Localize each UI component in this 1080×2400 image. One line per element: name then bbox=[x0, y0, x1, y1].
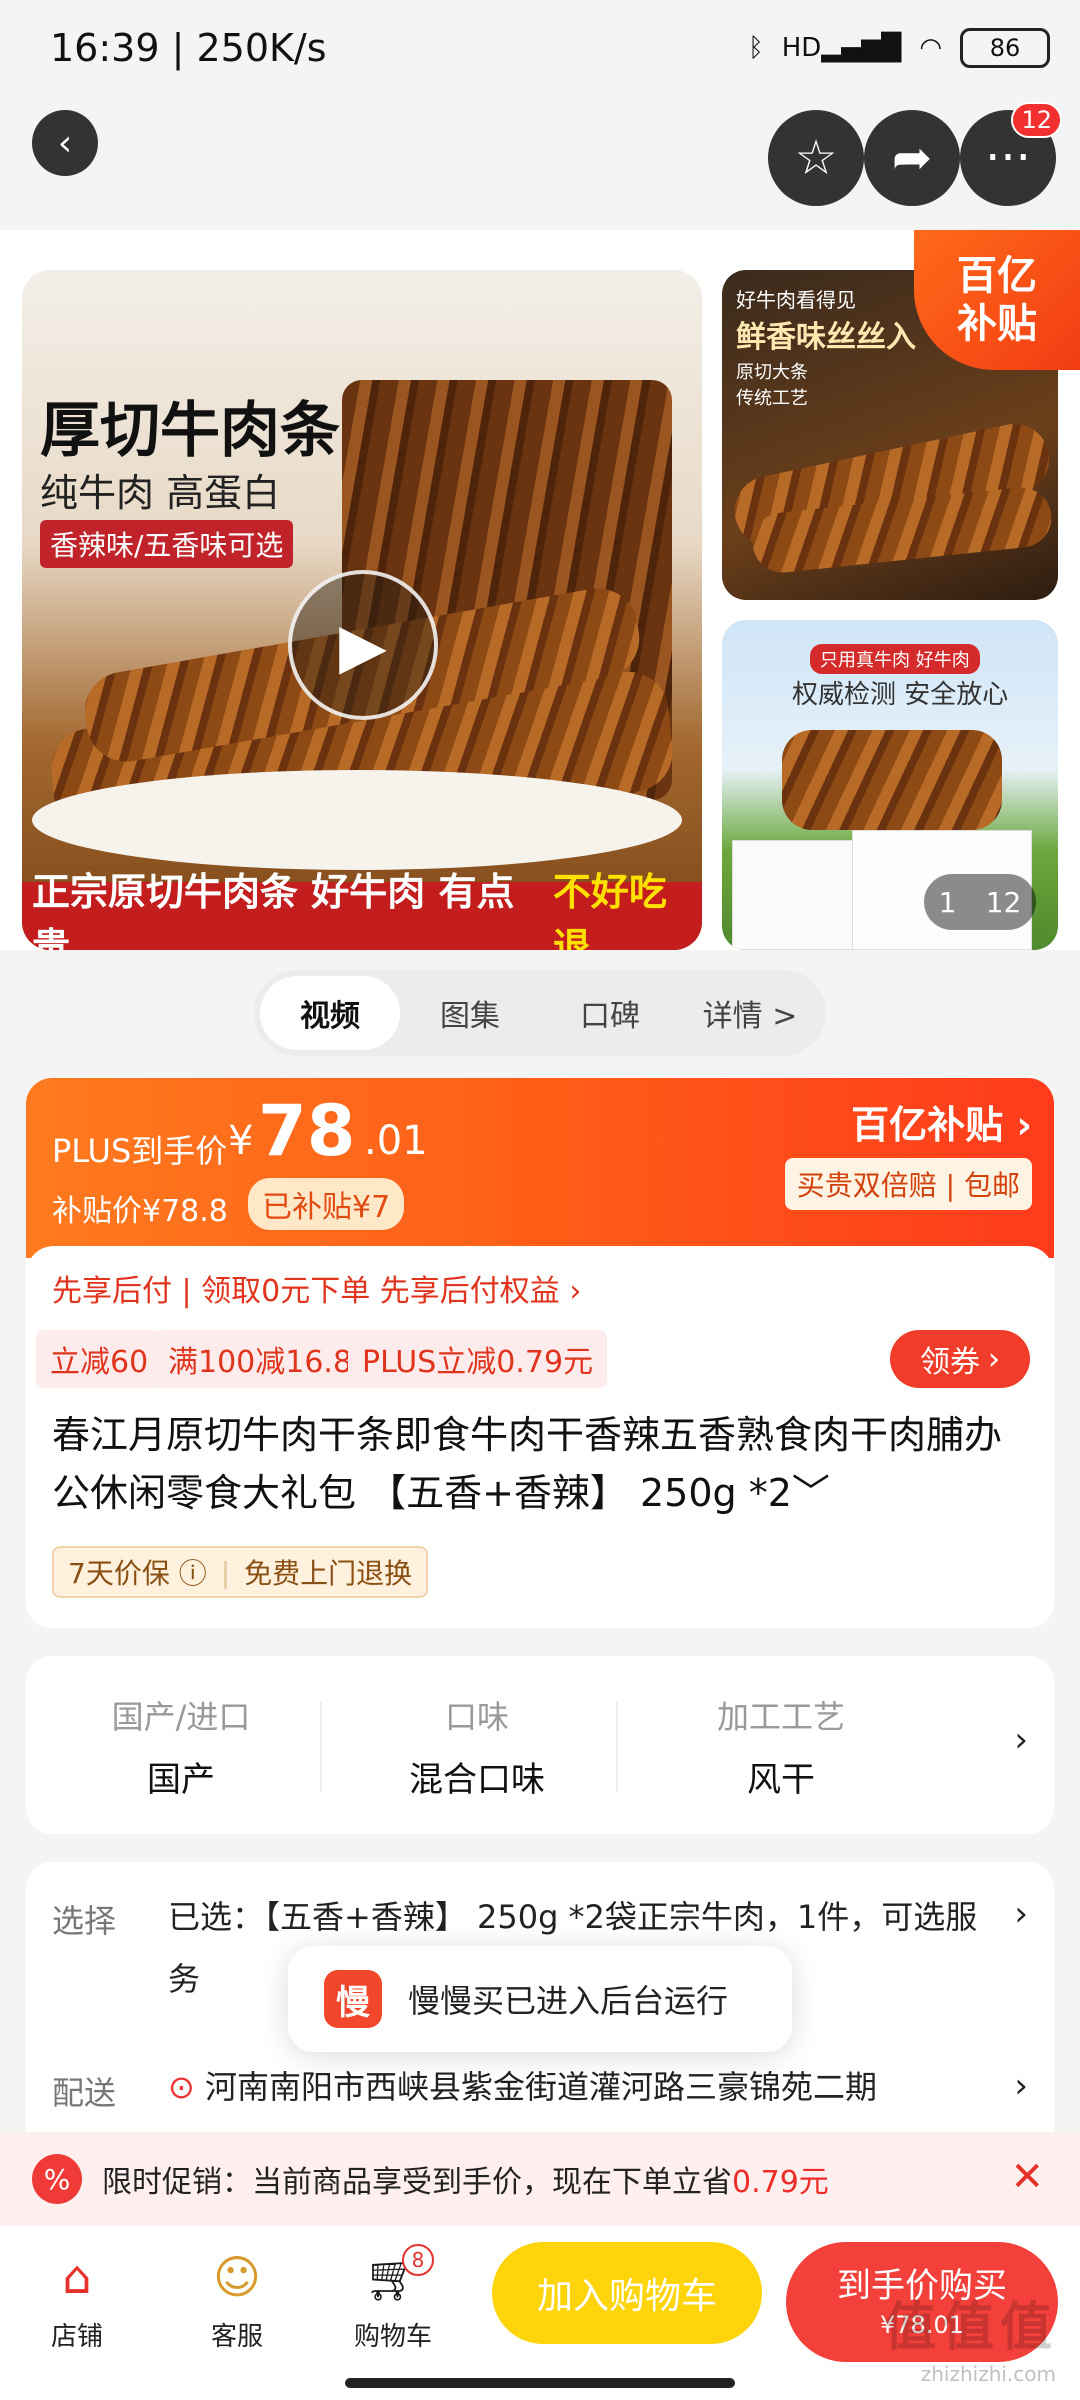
attribute-process: 加工工艺 风干 bbox=[716, 1698, 845, 1800]
cart-badge: 8 bbox=[402, 2244, 434, 2276]
main-image-banner: 正宗原切牛肉条 好牛肉 有点贵 不好吃退 bbox=[22, 870, 702, 950]
price-body: 先享后付 | 领取0元下单 先享后付权益 › 立减60 满100减16.8 PL… bbox=[26, 1246, 1054, 1628]
free-return-label: 免费上门退换 bbox=[244, 1557, 413, 1590]
play-video-button[interactable]: ▶ bbox=[288, 570, 438, 720]
plus-price-label: PLUS到手价 bbox=[52, 1132, 228, 1170]
subsidized-badge: 已补贴¥7 bbox=[248, 1178, 405, 1230]
more-icon: ··· bbox=[985, 130, 1031, 186]
coupon-tag: 满100减16.8 bbox=[154, 1330, 367, 1388]
play-icon: ▶ bbox=[339, 608, 387, 682]
attributes-card[interactable]: 国产/进口 国产 口味 混合口味 加工工艺 风干 › bbox=[26, 1656, 1054, 1834]
battery-icon: 86 bbox=[960, 28, 1050, 68]
get-coupon-button[interactable]: 领券 › bbox=[890, 1330, 1030, 1388]
chevron-right-icon[interactable]: › bbox=[1014, 1894, 1028, 1934]
bottom-action-bar: ⌂ 店铺 ☺ 客服 🛒︎ 8 购物车 加入购物车 到手价购买 ¥78.01 值值… bbox=[0, 2226, 1080, 2400]
shipping-label: 配送 bbox=[52, 2074, 117, 2112]
subsidy-brand-link[interactable]: 百亿补贴 › bbox=[786, 1094, 1032, 1149]
toast-message: 慢慢买已进入后台运行 bbox=[408, 1982, 729, 2020]
notification-badge: 12 bbox=[1011, 102, 1062, 138]
main-image-subtitle: 纯牛肉 高蛋白 bbox=[40, 471, 281, 515]
coupon-tag: PLUS立减0.79元 bbox=[348, 1330, 608, 1388]
chevron-right-icon[interactable]: › bbox=[1014, 1720, 1028, 1760]
price-header: PLUS到手价 ¥ 78 .01 补贴价¥78.8 已补贴¥7 百亿补贴 › 买… bbox=[26, 1078, 1054, 1258]
main-image-tag: 香辣味/五香味可选 bbox=[40, 520, 294, 568]
add-to-cart-button[interactable]: 加入购物车 bbox=[492, 2242, 762, 2344]
select-label: 选择 bbox=[52, 1902, 117, 1940]
status-bar: 16:39 | 250K/s ᛒ HD▂▄▆█ ◠ 86 bbox=[0, 0, 1080, 96]
home-indicator[interactable] bbox=[345, 2378, 735, 2388]
guarantee-bar[interactable]: 7天价保 ⓘ | 免费上门退换 bbox=[52, 1546, 429, 1598]
content-tabs: 视频 图集 口碑 详情 > bbox=[254, 970, 826, 1056]
coupon-tag: 立减60 bbox=[36, 1330, 163, 1388]
wifi-icon: ◠ bbox=[919, 33, 942, 63]
shipping-address[interactable]: ⊙ 河南南阳市西峡县紫金街道灌河路三豪锦苑二期 bbox=[168, 2056, 1008, 2118]
attribute-origin: 国产/进口 国产 bbox=[111, 1698, 251, 1800]
promo-text: 限时促销：当前商品享受到手价，现在下单立省 bbox=[102, 2165, 732, 2200]
promo-bar[interactable]: % 限时促销：当前商品享受到手价，现在下单立省 0.79元 ✕ bbox=[0, 2132, 1080, 2226]
cart-icon: 🛒︎ 8 bbox=[338, 2244, 448, 2310]
chat-icon: ☺ bbox=[213, 2250, 261, 2304]
subsidy-price: 补贴价¥78.8 bbox=[52, 1194, 228, 1229]
promo-amount: 0.79元 bbox=[732, 2165, 829, 2200]
app-icon: 慢 bbox=[324, 1970, 382, 2028]
status-icons: ᛒ HD▂▄▆█ ◠ 86 bbox=[748, 28, 1050, 68]
tab-video[interactable]: 视频 bbox=[260, 976, 400, 1050]
customer-service-button[interactable]: ☺ 客服 bbox=[182, 2244, 292, 2353]
cart-button[interactable]: 🛒︎ 8 购物车 bbox=[338, 2244, 448, 2353]
star-icon: ☆ bbox=[794, 130, 838, 186]
chevron-right-icon[interactable]: › bbox=[1014, 2066, 1028, 2106]
shop-button[interactable]: ⌂ 店铺 bbox=[22, 2244, 132, 2353]
price-protect-label: 7天价保 ⓘ bbox=[68, 1557, 207, 1590]
watermark: 值值值 bbox=[883, 2298, 1058, 2358]
more-button[interactable]: ··· 12 bbox=[960, 102, 1062, 206]
main-image[interactable]: 厚切牛肉条 纯牛肉 高蛋白 香辣味/五香味可选 ▶ 正宗原切牛肉条 好牛肉 有点… bbox=[22, 270, 702, 950]
close-icon[interactable]: ✕ bbox=[1010, 2154, 1044, 2200]
signal-icon: HD▂▄▆█ bbox=[781, 33, 902, 63]
back-button[interactable]: ‹ bbox=[32, 110, 98, 176]
product-gallery: 厚切牛肉条 纯牛肉 高蛋白 香辣味/五香味可选 ▶ 正宗原切牛肉条 好牛肉 有点… bbox=[0, 230, 1080, 950]
location-pin-icon: ⊙ bbox=[168, 2068, 195, 2106]
subsidy-guarantee-tags: 买贵双倍赔 | 包邮 bbox=[784, 1158, 1032, 1210]
status-time: 16:39 | 250K/s bbox=[50, 26, 327, 70]
tab-details[interactable]: 详情 > bbox=[680, 976, 820, 1050]
attribute-flavor: 口味 混合口味 bbox=[409, 1698, 545, 1800]
tab-reviews[interactable]: 口碑 bbox=[540, 976, 680, 1050]
price-integer: 78 bbox=[258, 1090, 356, 1172]
pay-later-link[interactable]: 先享后付 | 领取0元下单 先享后付权益 › bbox=[52, 1266, 581, 1310]
tab-gallery[interactable]: 图集 bbox=[400, 976, 540, 1050]
favorite-button[interactable]: ☆ bbox=[768, 110, 864, 206]
share-button[interactable]: ➦ bbox=[864, 110, 960, 206]
bluetooth-icon: ᛒ bbox=[748, 33, 764, 63]
watermark-url: zhizhizhi.com bbox=[920, 2362, 1056, 2386]
background-toast: 慢 慢慢买已进入后台运行 bbox=[288, 1946, 792, 2052]
discount-icon: % bbox=[32, 2154, 82, 2204]
main-image-title: 厚切牛肉条 bbox=[40, 396, 340, 466]
image-counter: 1 12 bbox=[924, 874, 1036, 930]
arrow-right-icon: › bbox=[988, 1341, 1000, 1377]
price-decimal: .01 bbox=[364, 1118, 428, 1164]
price-currency: ¥ bbox=[228, 1118, 254, 1164]
product-title[interactable]: 春江月原切牛肉干条即食牛肉干香辣五香熟食肉干肉脯办公休闲零食大礼包 【五香+香辣… bbox=[52, 1406, 1032, 1522]
shop-icon: ⌂ bbox=[62, 2250, 92, 2304]
share-icon: ➦ bbox=[891, 130, 933, 186]
price-card: PLUS到手价 ¥ 78 .01 补贴价¥78.8 已补贴¥7 百亿补贴 › 买… bbox=[26, 1078, 1054, 1628]
